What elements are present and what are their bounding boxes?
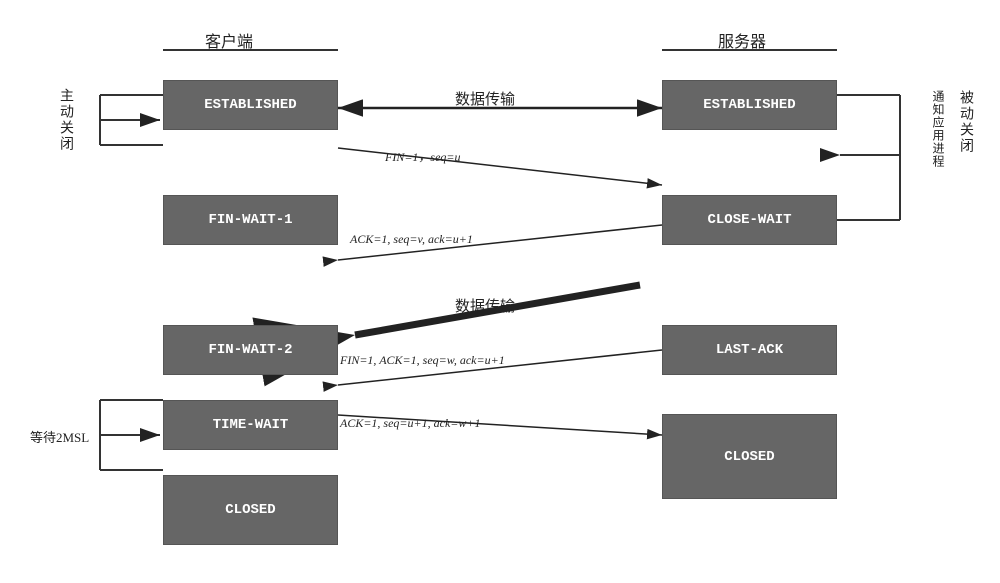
active-close-label: 主动关闭 (55, 88, 75, 152)
notify-label: 通知应用进程 (930, 90, 947, 168)
server-established: ESTABLISHED (662, 80, 837, 130)
client-established: ESTABLISHED (163, 80, 338, 130)
server-last-ack: LAST-ACK (662, 325, 837, 375)
client-fin-wait-2: FIN-WAIT-2 (163, 325, 338, 375)
client-time-wait: TIME-WAIT (163, 400, 338, 450)
wait-2msl-label: 等待2MSL (30, 427, 89, 446)
server-label: 服务器 (718, 28, 766, 52)
client-fin-wait-1: FIN-WAIT-1 (163, 195, 338, 245)
data-transfer-label: 数据传输 (455, 88, 515, 109)
ack2-label: ACK=1, seq=u+1, ack=w+1 (340, 416, 480, 431)
server-close-wait: CLOSE-WAIT (662, 195, 837, 245)
fin1-label: FIN=1，seq=u (385, 148, 461, 165)
data-transfer2-label: 数据传输 (455, 295, 515, 316)
fin2-label: FIN=1, ACK=1, seq=w, ack=u+1 (340, 353, 505, 368)
passive-close-label: 被动关闭 (955, 90, 975, 154)
client-closed: CLOSED (163, 475, 338, 545)
ack1-label: ACK=1, seq=v, ack=u+1 (350, 232, 473, 247)
client-label: 客户端 (205, 28, 253, 52)
tcp-diagram: 客户端 服务器 主动关闭 被动关闭 通知应用进程 等待2MSL ESTABLIS… (0, 0, 1000, 583)
server-closed: CLOSED (662, 414, 837, 499)
